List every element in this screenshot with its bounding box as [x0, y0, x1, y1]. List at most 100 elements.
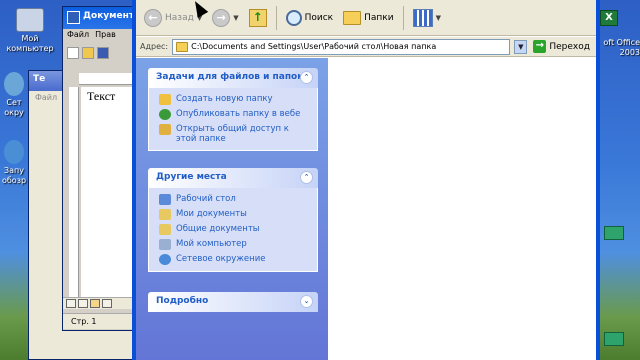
- details-group: Подробно ⌄: [148, 292, 318, 312]
- new-folder-icon: [159, 94, 171, 105]
- collapse-icon[interactable]: ⌃: [300, 71, 313, 84]
- word-doc-icon: [67, 11, 80, 24]
- web-view-button[interactable]: [78, 299, 88, 308]
- up-button[interactable]: ↑: [245, 4, 271, 32]
- views-icon: [412, 8, 433, 27]
- details-header[interactable]: Подробно ⌄: [148, 292, 318, 312]
- network-icon: [159, 254, 171, 265]
- toolbar-separator: [275, 5, 277, 30]
- desktop-icon-network[interactable]: Сет окру: [0, 72, 28, 118]
- desktop-icon-ie[interactable]: Запу обозр: [0, 140, 28, 186]
- desktop-icon-label: Запу обозр: [1, 166, 27, 185]
- address-bar: Адрес: C:\Documents and Settings\User\Ра…: [136, 37, 596, 57]
- search-button[interactable]: Поиск: [282, 4, 338, 32]
- view-buttons: [63, 297, 141, 309]
- task-label: Создать новую папку: [176, 94, 273, 104]
- back-label: Назад: [165, 12, 194, 23]
- vertical-ruler: [69, 87, 79, 297]
- task-label: Опубликовать папку в вебе: [176, 109, 301, 119]
- search-icon: [285, 9, 302, 26]
- computer-icon: [16, 8, 44, 32]
- back-arrow-icon: ←: [144, 8, 162, 27]
- places-header-label: Другие места: [156, 172, 227, 182]
- address-dropdown[interactable]: ▼: [514, 39, 528, 54]
- normal-view-button[interactable]: [66, 299, 76, 308]
- word-title-bar: Документ: [63, 7, 141, 29]
- desktop-icon-label: Мой компьютер: [6, 34, 54, 53]
- place-label: Мои документы: [176, 209, 247, 219]
- word-toolbar: [63, 43, 141, 63]
- details-header-label: Подробно: [156, 296, 209, 306]
- tasks-header-label: Задачи для файлов и папок: [156, 72, 304, 82]
- folder-up-icon: ↑: [248, 8, 267, 27]
- open-icon[interactable]: [82, 47, 94, 59]
- places-header[interactable]: Другие места ⌃: [148, 168, 318, 188]
- task-pane: Задачи для файлов и папок ⌃ Создать нову…: [136, 58, 328, 360]
- place-desktop[interactable]: Рабочий стол: [159, 194, 309, 205]
- computer-icon: [159, 239, 171, 250]
- address-label: Адрес:: [140, 42, 169, 51]
- page-indicator: Стр. 1: [71, 317, 97, 326]
- folders-button[interactable]: Папки: [339, 4, 397, 32]
- place-network[interactable]: Сетевое окружение: [159, 254, 309, 265]
- place-my-computer[interactable]: Мой компьютер: [159, 239, 309, 250]
- word-menu-bar: Файл Прав: [63, 29, 141, 43]
- new-doc-icon[interactable]: [67, 47, 79, 59]
- shared-documents-icon: [159, 224, 171, 235]
- explorer-toolbar: ← Назад ▼ → ▼ ↑ Поиск Папки ▼: [136, 0, 596, 36]
- outline-view-button[interactable]: [102, 299, 112, 308]
- network-icon: [4, 72, 24, 96]
- chevron-down-icon: ▼: [435, 13, 441, 22]
- place-label: Общие документы: [176, 224, 260, 234]
- go-button[interactable]: → Переход: [531, 39, 592, 55]
- menu-item-file[interactable]: Файл: [67, 30, 89, 42]
- desktop-icon-my-computer[interactable]: Мой компьютер: [0, 8, 60, 54]
- shortcut-icon[interactable]: [604, 332, 624, 346]
- place-label: Сетевое окружение: [176, 254, 266, 264]
- place-label: Рабочий стол: [176, 194, 236, 204]
- excel-icon[interactable]: X: [600, 10, 618, 26]
- expand-icon[interactable]: ⌄: [300, 295, 313, 308]
- place-label: Мой компьютер: [176, 239, 247, 249]
- shortcut-icon[interactable]: [604, 226, 624, 240]
- save-icon[interactable]: [97, 47, 109, 59]
- task-new-folder[interactable]: Создать новую папку: [159, 94, 309, 105]
- share-folder-icon: [159, 124, 171, 135]
- document-text: Текст: [87, 89, 116, 103]
- toolbar-separator: [402, 5, 404, 30]
- go-arrow-icon: →: [533, 40, 547, 53]
- place-my-documents[interactable]: Мои документы: [159, 209, 309, 220]
- collapse-icon[interactable]: ⌃: [300, 171, 313, 184]
- tasks-list: Создать новую папку Опубликовать папку в…: [148, 88, 318, 151]
- folder-contents-view[interactable]: [328, 58, 596, 360]
- search-label: Поиск: [304, 12, 334, 23]
- chevron-down-icon: ▼: [233, 13, 239, 22]
- tasks-header[interactable]: Задачи для файлов и папок ⌃: [148, 68, 318, 88]
- explorer-window[interactable]: ← Назад ▼ → ▼ ↑ Поиск Папки ▼ Адрес: C:\…: [132, 0, 600, 360]
- places-list: Рабочий стол Мои документы Общие докумен…: [148, 188, 318, 272]
- address-path: C:\Documents and Settings\User\Рабочий с…: [191, 42, 437, 51]
- task-label: Открыть общий доступ к этой папке: [176, 124, 289, 144]
- menu-item-edit[interactable]: Прав: [95, 30, 116, 42]
- word-title: Документ: [83, 11, 135, 21]
- forward-button[interactable]: → ▼: [208, 4, 242, 32]
- desktop-icon: [159, 194, 171, 205]
- place-shared-documents[interactable]: Общие документы: [159, 224, 309, 235]
- task-publish-web[interactable]: Опубликовать папку в вебе: [159, 109, 309, 120]
- task-share-folder[interactable]: Открыть общий доступ к этой папке: [159, 124, 309, 144]
- folder-icon: [176, 41, 189, 52]
- folders-icon: [343, 10, 362, 25]
- forward-arrow-icon: →: [212, 8, 231, 27]
- office-shortcut-label: oft Office 2003: [603, 38, 640, 57]
- word-status-bar: Стр. 1: [63, 313, 141, 329]
- places-group: Другие места ⌃ Рабочий стол Мои документ…: [148, 168, 318, 272]
- layout-view-button[interactable]: [90, 299, 100, 308]
- globe-icon: [159, 109, 171, 120]
- my-documents-icon: [159, 209, 171, 220]
- desktop-icon-label: Сет окру: [4, 98, 24, 117]
- views-button[interactable]: ▼: [409, 4, 445, 32]
- folders-label: Папки: [364, 12, 394, 23]
- word-window[interactable]: Документ Файл Прав Текст Стр. 1: [62, 6, 142, 331]
- tasks-group: Задачи для файлов и папок ⌃ Создать нову…: [148, 68, 318, 151]
- address-input[interactable]: C:\Documents and Settings\User\Рабочий с…: [172, 38, 511, 55]
